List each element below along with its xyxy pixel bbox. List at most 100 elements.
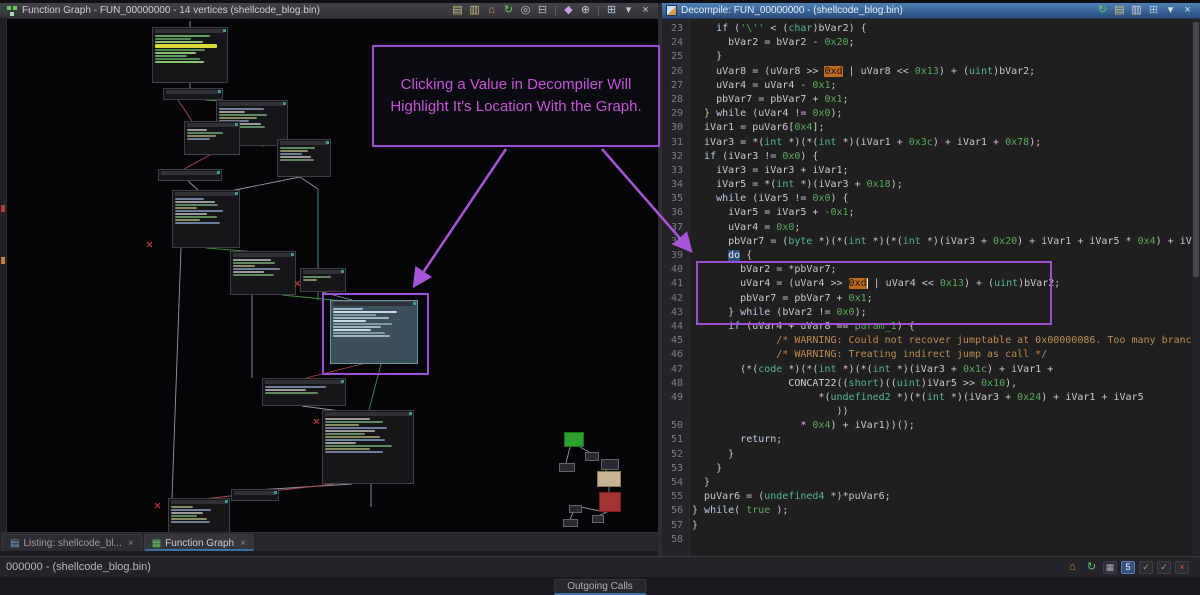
graph-mini-node[interactable] (601, 459, 619, 470)
window-icon[interactable]: ⊞ (604, 4, 619, 17)
code-text[interactable]: uVar4 = uVar4 - 0x1; (692, 79, 1192, 93)
monitor-icon[interactable]: ▦ (1103, 561, 1117, 574)
copy-icon[interactable]: ▤ (1112, 4, 1127, 17)
code-line[interactable]: 58 (662, 533, 1192, 547)
code-text[interactable]: uVar4 = (uVar4 >> 0xd | uVar4 << 0x13) +… (692, 277, 1192, 291)
code-line[interactable]: 23 if ('\'' < (char)bVar2) { (662, 22, 1192, 36)
tab-close-icon[interactable]: × (128, 538, 134, 549)
code-text[interactable]: bVar2 = bVar2 - 0x20; (692, 36, 1192, 50)
paste-icon[interactable]: ▥ (467, 4, 482, 17)
code-line[interactable]: 47 (*(code *)(*(int *)(*(int *)(iVar3 + … (662, 363, 1192, 377)
code-line[interactable]: 42 pbVar7 = pbVar7 + 0x1; (662, 292, 1192, 306)
code-line[interactable]: 43 } while (bVar2 != 0x0); (662, 306, 1192, 320)
code-line[interactable]: 41 uVar4 = (uVar4 >> 0xd | uVar4 << 0x13… (662, 277, 1192, 291)
copy-icon[interactable]: ▤ (450, 4, 465, 17)
chevron-down-icon[interactable]: ▾ (1163, 4, 1178, 17)
home-icon[interactable]: ⌂ (484, 4, 499, 17)
graph-node[interactable] (231, 489, 279, 501)
code-line[interactable]: 44 if (uVar4 + uVar8 == param_1) { (662, 320, 1192, 334)
code-line[interactable]: 54 } (662, 476, 1192, 490)
code-line[interactable]: 39 do { (662, 249, 1192, 263)
code-line[interactable]: 53 } (662, 462, 1192, 476)
code-line[interactable]: 38 pbVar7 = (byte *)(*(int *)(*(int *)(i… (662, 235, 1192, 249)
code-line[interactable]: 33 iVar3 = iVar3 + iVar1; (662, 164, 1192, 178)
code-line[interactable]: 35 while (iVar5 != 0x0) { (662, 192, 1192, 206)
code-text[interactable]: if (iVar3 != 0x0) { (692, 150, 1192, 164)
code-text[interactable]: * 0x4) + iVar1))(); (692, 419, 1192, 433)
code-text[interactable]: /* WARNING: Treating indirect jump as ca… (692, 348, 1192, 362)
code-text[interactable]: do { (692, 249, 1192, 263)
code-line[interactable]: 24 bVar2 = bVar2 - 0x20; (662, 36, 1192, 50)
graph-node[interactable] (300, 268, 346, 292)
tab-listing[interactable]: ▤Listing: shellcode_bl...× (2, 534, 142, 551)
graph-node-selected[interactable] (330, 300, 418, 364)
code-line[interactable]: 46 /* WARNING: Treating indirect jump as… (662, 348, 1192, 362)
code-line[interactable]: 27 uVar4 = uVar4 - 0x1; (662, 79, 1192, 93)
code-line[interactable]: 55 puVar6 = (undefined4 *)*puVar6; (662, 490, 1192, 504)
code-text[interactable]: return; (692, 433, 1192, 447)
graph-mini-node[interactable] (585, 452, 599, 461)
graph-mini-node[interactable] (569, 505, 582, 513)
code-line[interactable]: 40 bVar2 = *pbVar7; (662, 263, 1192, 277)
code-text[interactable]: } while (uVar4 != 0x0); (692, 107, 1192, 121)
code-text[interactable]: } (692, 519, 1192, 533)
code-line[interactable]: 57} (662, 519, 1192, 533)
code-line[interactable]: 50 * 0x4) + iVar1))(); (662, 419, 1192, 433)
code-text[interactable]: pbVar7 = (byte *)(*(int *)(*(int *)(iVar… (692, 235, 1192, 249)
code-text[interactable]: } (692, 476, 1192, 490)
code-line[interactable]: 31 iVar3 = *(int *)(*(int *)(iVar1 + 0x3… (662, 136, 1192, 150)
export-icon[interactable]: ▥ (1129, 4, 1144, 17)
graph-mini-node-exit[interactable] (599, 492, 621, 512)
graph-node[interactable] (277, 139, 331, 177)
graph-mini-node[interactable] (592, 515, 604, 523)
graph-mini-node-call[interactable] (597, 471, 621, 487)
zoom-icon[interactable]: ⊕ (578, 4, 593, 17)
graph-mini-node[interactable] (559, 463, 575, 472)
code-line[interactable]: 49 *(undefined2 *)(*(int *)(iVar3 + 0x24… (662, 391, 1192, 405)
graph-node[interactable] (262, 378, 346, 406)
snapshot-icon[interactable]: ◎ (518, 4, 533, 17)
code-line[interactable]: 26 uVar8 = (uVar8 >> 0xd | uVar8 << 0x13… (662, 65, 1192, 79)
tab-outgoing-calls[interactable]: Outgoing Calls (554, 579, 646, 595)
code-text[interactable]: )) (692, 405, 1192, 419)
tab-close-icon[interactable]: × (240, 538, 246, 549)
code-line[interactable]: 56} while( true ); (662, 504, 1192, 518)
close-icon[interactable]: × (1180, 4, 1195, 17)
tab-count-badge[interactable]: 5 (1121, 561, 1135, 574)
keyboard-icon[interactable]: ⊟ (535, 4, 550, 17)
code-line[interactable]: )) (662, 405, 1192, 419)
graph-node[interactable] (168, 498, 230, 533)
code-text[interactable]: (*(code *)(*(int *)(*(int *)(iVar3 + 0x1… (692, 363, 1192, 377)
graph-node[interactable] (163, 88, 223, 100)
check-icon-2[interactable]: ✓ (1157, 561, 1171, 574)
graph-node[interactable] (172, 190, 240, 248)
code-text[interactable]: } while( true ); (692, 504, 1192, 518)
relayout-icon[interactable]: ↻ (501, 4, 516, 17)
code-text[interactable]: iVar5 = iVar5 + -0x1; (692, 206, 1192, 220)
code-line[interactable]: 37 uVar4 = 0x0; (662, 221, 1192, 235)
code-text[interactable]: iVar3 = *(int *)(*(int *)(iVar1 + 0x3c) … (692, 136, 1192, 150)
graph-node[interactable] (322, 410, 414, 484)
code-text[interactable]: uVar8 = (uVar8 >> 0xd | uVar8 << 0x13) +… (692, 65, 1192, 79)
graph-node[interactable] (152, 27, 228, 83)
code-text[interactable]: } (692, 50, 1192, 64)
graph-mini-node[interactable] (563, 519, 578, 527)
close-icon[interactable]: × (638, 4, 653, 17)
home-icon[interactable]: ⌂ (1065, 561, 1080, 574)
graph-node[interactable] (158, 169, 222, 181)
code-text[interactable] (692, 533, 1192, 547)
code-text[interactable]: *(undefined2 *)(*(int *)(iVar3 + 0x24) +… (692, 391, 1192, 405)
code-text[interactable]: if (uVar4 + uVar8 == param_1) { (692, 320, 1192, 334)
function-graph-titlebar[interactable]: Function Graph - FUN_00000000 - 14 verti… (0, 3, 658, 19)
window-icon[interactable]: ⊞ (1146, 4, 1161, 17)
magic-wand-icon[interactable]: ◆ (561, 4, 576, 17)
check-icon[interactable]: ✓ (1139, 561, 1153, 574)
chevron-down-icon[interactable]: ▾ (621, 4, 636, 17)
code-line[interactable]: 30 iVar1 = puVar6[0x4]; (662, 121, 1192, 135)
code-text[interactable]: pbVar7 = pbVar7 + 0x1; (692, 292, 1192, 306)
code-text[interactable]: /* WARNING: Could not recover jumptable … (692, 334, 1192, 348)
graph-mini-node-entry[interactable] (564, 432, 584, 447)
code-text[interactable]: bVar2 = *pbVar7; (692, 263, 1192, 277)
decompiler-code[interactable]: 23 if ('\'' < (char)bVar2) {24 bVar2 = b… (662, 19, 1192, 556)
code-line[interactable]: 48 CONCAT22((short)((uint)iVar5 >> 0x10)… (662, 377, 1192, 391)
